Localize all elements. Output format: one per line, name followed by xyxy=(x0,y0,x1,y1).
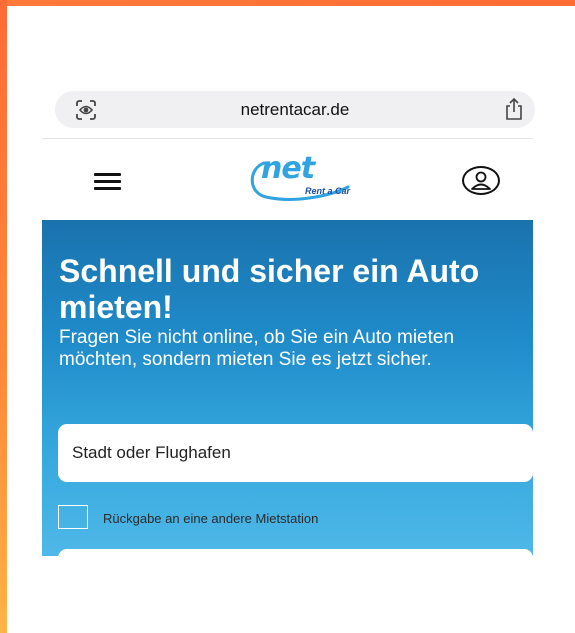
return-different-station-checkbox[interactable] xyxy=(58,505,88,529)
share-icon[interactable] xyxy=(503,97,525,121)
header-divider xyxy=(42,138,533,139)
logo-subtitle: Rent a Car xyxy=(305,186,351,196)
frame-top-border xyxy=(0,0,575,6)
city-input-placeholder: Stadt oder Flughafen xyxy=(72,443,231,462)
logo-word: net xyxy=(261,151,315,186)
url-text[interactable]: netrentacar.de xyxy=(55,100,535,120)
hero-title: Schnell und sicher ein Auto mieten! xyxy=(59,253,480,325)
hamburger-menu-icon[interactable] xyxy=(94,173,121,191)
hero-description: Fragen Sie nicht online, ob Sie ein Auto… xyxy=(59,327,455,370)
date-input-field[interactable] xyxy=(58,549,533,556)
user-account-icon[interactable] xyxy=(462,166,500,195)
frame-left-border xyxy=(0,0,7,633)
browser-address-bar[interactable]: netrentacar.de xyxy=(55,91,535,128)
hero-section: Schnell und sicher ein Auto mieten! Frag… xyxy=(42,220,533,556)
return-different-station-label[interactable]: Rückgabe an eine andere Mietstation xyxy=(103,511,318,526)
net-rent-a-car-logo[interactable]: net Rent a Car xyxy=(244,151,356,205)
city-or-airport-input[interactable]: Stadt oder Flughafen xyxy=(58,424,533,482)
